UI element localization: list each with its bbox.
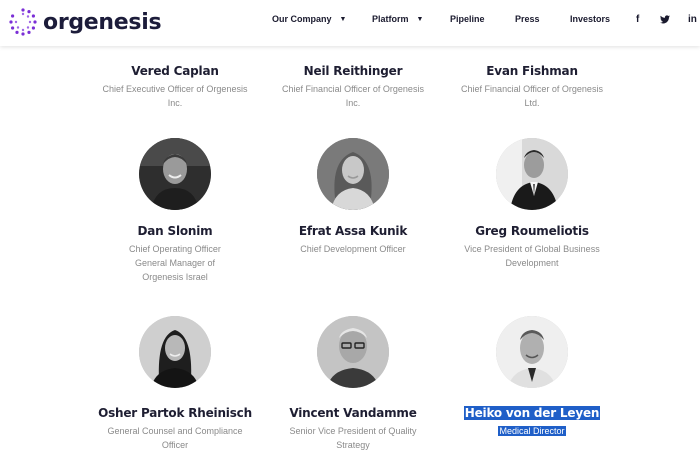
team-card: Vered Caplan Chief Executive Officer of …	[90, 64, 260, 110]
nav-label: Platform	[372, 14, 409, 24]
member-title: Chief Executive Officer of Orgenesis Inc…	[90, 82, 260, 110]
portrait-image	[317, 138, 389, 210]
team-card: Greg Roumeliotis Vice President of Globa…	[447, 138, 617, 270]
title-line: Strategy	[336, 440, 370, 450]
member-photo[interactable]	[139, 316, 211, 388]
member-photo[interactable]	[496, 316, 568, 388]
facebook-icon[interactable]: f	[636, 0, 639, 38]
selected-text: Medical Director	[498, 426, 566, 436]
site-header: orgenesis Our Company ▼ Platform ▼ Pipel…	[0, 0, 700, 46]
orgenesis-logo[interactable]: orgenesis	[8, 6, 162, 38]
team-card: Neil Reithinger Chief Financial Officer …	[268, 64, 438, 110]
portrait-image	[139, 316, 211, 388]
member-name[interactable]: Evan Fishman	[447, 64, 617, 78]
nav-press[interactable]: Press	[515, 0, 540, 38]
member-name[interactable]: Heiko von der Leyen	[447, 406, 617, 420]
member-name[interactable]: Osher Partok Rheinisch	[90, 406, 260, 420]
title-line: Chief Development Officer	[300, 244, 406, 254]
nav-pipeline[interactable]: Pipeline	[450, 0, 485, 38]
member-name[interactable]: Dan Slonim	[90, 224, 260, 238]
member-photo[interactable]	[317, 316, 389, 388]
member-photo[interactable]	[139, 138, 211, 210]
member-title: Chief Financial Officer of Orgenesis Inc…	[268, 82, 438, 110]
title-line: Vice President of Global Business	[464, 244, 600, 254]
member-photo[interactable]	[496, 138, 568, 210]
member-title: Chief Operating Officer General Manager …	[90, 242, 260, 284]
title-line: Ltd.	[524, 98, 540, 108]
member-name[interactable]: Neil Reithinger	[268, 64, 438, 78]
title-line: Chief Financial Officer of Orgenesis	[282, 84, 424, 94]
portrait-image	[496, 138, 568, 210]
portrait-image	[496, 316, 568, 388]
nav-our-company[interactable]: Our Company ▼	[272, 0, 346, 38]
title-line: Inc.	[167, 98, 183, 108]
twitter-icon[interactable]	[660, 0, 670, 38]
title-line: Chief Financial Officer of Orgenesis	[461, 84, 603, 94]
team-card: Evan Fishman Chief Financial Officer of …	[447, 64, 617, 110]
member-photo[interactable]	[317, 138, 389, 210]
team-card: Dan Slonim Chief Operating Officer Gener…	[90, 138, 260, 284]
portrait-image	[139, 138, 211, 210]
member-name[interactable]: Vered Caplan	[90, 64, 260, 78]
member-name[interactable]: Vincent Vandamme	[268, 406, 438, 420]
member-name[interactable]: Greg Roumeliotis	[447, 224, 617, 238]
member-title: Senior Vice President of Quality Strateg…	[268, 424, 438, 452]
title-line: Inc.	[345, 98, 361, 108]
member-title: General Counsel and Compliance Officer	[90, 424, 260, 452]
nav-platform[interactable]: Platform ▼	[372, 0, 423, 38]
twitter-bird-icon	[660, 14, 670, 23]
member-title: Chief Financial Officer of Orgenesis Ltd…	[447, 82, 617, 110]
title-line: General Manager of	[134, 258, 216, 268]
team-card: Efrat Assa Kunik Chief Development Offic…	[268, 138, 438, 256]
title-line: General Counsel and Compliance	[107, 426, 243, 436]
brand-name: orgenesis	[43, 9, 162, 35]
title-line: Officer	[161, 440, 189, 450]
nav-label: Our Company	[272, 14, 332, 24]
title-line: Chief Executive Officer of Orgenesis	[102, 84, 248, 94]
team-card: Vincent Vandamme Senior Vice President o…	[268, 316, 438, 452]
portrait-image	[317, 316, 389, 388]
member-title: Chief Development Officer	[268, 242, 438, 256]
member-name[interactable]: Efrat Assa Kunik	[268, 224, 438, 238]
team-card: Osher Partok Rheinisch General Counsel a…	[90, 316, 260, 452]
member-title: Medical Director	[447, 424, 617, 438]
linkedin-icon[interactable]: in	[688, 0, 697, 38]
member-title: Vice President of Global Business Develo…	[447, 242, 617, 270]
chevron-down-icon: ▼	[339, 15, 347, 23]
nav-label: Investors	[570, 14, 611, 24]
chevron-down-icon: ▼	[416, 15, 424, 23]
selected-text: Heiko von der Leyen	[463, 406, 601, 420]
title-line: Senior Vice President of Quality	[289, 426, 417, 436]
title-line: Orgenesis Israel	[142, 272, 208, 282]
nav-label: Pipeline	[450, 14, 485, 24]
orgenesis-logo-mark-icon	[9, 8, 37, 36]
nav-label: Press	[515, 14, 540, 24]
nav-investors[interactable]: Investors	[570, 0, 610, 38]
team-card: Heiko von der Leyen Medical Director	[447, 316, 617, 438]
title-line: Development	[505, 258, 559, 268]
title-line: Chief Operating Officer	[129, 244, 221, 254]
